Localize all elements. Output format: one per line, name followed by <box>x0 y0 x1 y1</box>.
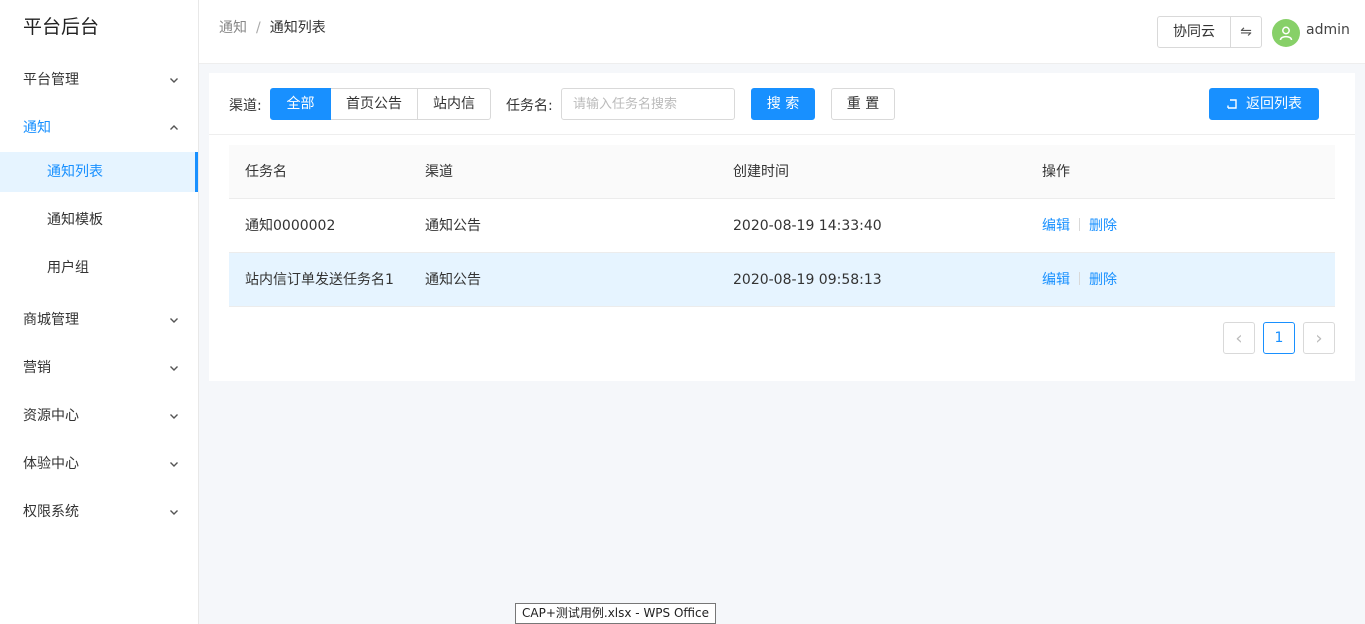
chevron-down-icon <box>168 392 180 440</box>
breadcrumb-item-current: 通知列表 <box>269 20 326 36</box>
chevron-down-icon <box>168 344 180 392</box>
menu-item-platform[interactable]: 平台管理 <box>0 56 198 104</box>
menu-label: 权限系统 <box>23 504 79 520</box>
next-page-button[interactable]: › <box>1303 322 1335 354</box>
breadcrumb-item-notify[interactable]: 通知 <box>219 20 247 36</box>
channel-label: 渠道: <box>229 98 262 114</box>
username[interactable]: admin <box>1306 22 1350 38</box>
search-button[interactable]: 搜 索 <box>751 88 815 120</box>
switch-tenant-button[interactable]: ⇋ <box>1231 17 1261 47</box>
avatar[interactable] <box>1272 19 1300 47</box>
menu-label: 体验中心 <box>23 456 79 472</box>
channel-option-site-message[interactable]: 站内信 <box>417 88 491 120</box>
column-header-created-time: 创建时间 <box>733 164 789 180</box>
chevron-down-icon <box>168 296 180 344</box>
back-to-list-button[interactable]: 返回列表 <box>1209 88 1319 120</box>
chevron-down-icon <box>168 488 180 536</box>
column-header-task-name: 任务名 <box>245 164 287 180</box>
prev-page-button[interactable]: ‹ <box>1223 322 1255 354</box>
submenu-label: 通知模板 <box>47 212 103 228</box>
menu-item-resource-center[interactable]: 资源中心 <box>0 392 198 440</box>
submenu-item-notify-template[interactable]: 通知模板 <box>0 200 198 240</box>
submenu-item-user-group[interactable]: 用户组 <box>0 248 198 288</box>
menu-label: 营销 <box>23 360 51 376</box>
submenu-item-notify-list[interactable]: 通知列表 <box>0 152 198 192</box>
menu-item-experience-center[interactable]: 体验中心 <box>0 440 198 488</box>
chevron-down-icon <box>168 56 180 104</box>
user-icon <box>1279 26 1293 41</box>
column-header-channel: 渠道 <box>425 164 453 180</box>
back-to-list-label: 返回列表 <box>1246 96 1302 112</box>
filter-bar: 渠道: 全部 首页公告 站内信 任务名: 搜 索 重 置 返回列表 <box>209 73 1355 135</box>
table-header: 任务名 渠道 创建时间 操作 <box>229 145 1335 199</box>
chevron-down-icon <box>168 440 180 488</box>
menu-item-permission-system[interactable]: 权限系统 <box>0 488 198 536</box>
submenu-label: 通知列表 <box>47 164 103 180</box>
notification-table: 任务名 渠道 创建时间 操作 通知0000002 通知公告 2020-08-19… <box>229 145 1335 307</box>
edit-link[interactable]: 编辑 <box>1042 218 1070 234</box>
cell-actions: 编辑 删除 <box>1042 199 1117 253</box>
content-card: 渠道: 全部 首页公告 站内信 任务名: 搜 索 重 置 返回列表 任务名 渠道… <box>209 73 1355 381</box>
menu-item-mall[interactable]: 商城管理 <box>0 296 198 344</box>
task-name-label: 任务名: <box>506 98 553 114</box>
menu-item-marketing[interactable]: 营销 <box>0 344 198 392</box>
table-row: 通知0000002 通知公告 2020-08-19 14:33:40 编辑 删除 <box>229 199 1335 253</box>
menu-label: 通知 <box>23 120 51 136</box>
chevron-up-icon <box>168 104 180 152</box>
swap-icon: ⇋ <box>1240 24 1252 40</box>
reset-button[interactable]: 重 置 <box>831 88 895 120</box>
menu-label: 商城管理 <box>23 312 79 328</box>
submenu-label: 用户组 <box>47 260 89 276</box>
task-name-search-input[interactable] <box>561 88 735 120</box>
channel-segmented-control: 全部 首页公告 站内信 <box>270 88 491 120</box>
table-row: 站内信订单发送任务名1 通知公告 2020-08-19 09:58:13 编辑 删… <box>229 253 1335 307</box>
return-icon <box>1227 99 1237 109</box>
channel-option-all[interactable]: 全部 <box>270 88 331 120</box>
delete-link[interactable]: 删除 <box>1089 218 1117 234</box>
breadcrumb-separator: / <box>256 20 261 36</box>
cell-actions: 编辑 删除 <box>1042 253 1117 307</box>
brand-title: 平台后台 <box>23 16 100 38</box>
page-number-current[interactable]: 1 <box>1263 322 1295 354</box>
menu-item-notify[interactable]: 通知 <box>0 104 198 152</box>
sidebar: 平台后台 平台管理 通知 通知列表 通知模板 用户组 商城管理 营销 资源中心 … <box>0 0 199 624</box>
menu-label: 资源中心 <box>23 408 79 424</box>
channel-option-homepage-notice[interactable]: 首页公告 <box>330 88 418 120</box>
menu-label: 平台管理 <box>23 72 79 88</box>
cell-channel: 通知公告 <box>425 272 481 288</box>
column-header-actions: 操作 <box>1042 164 1070 180</box>
tenant-switcher: 协同云 ⇋ <box>1157 16 1262 48</box>
chevron-left-icon: ‹ <box>1235 327 1243 349</box>
delete-link[interactable]: 删除 <box>1089 272 1117 288</box>
action-divider <box>1079 272 1080 285</box>
edit-link[interactable]: 编辑 <box>1042 272 1070 288</box>
action-divider <box>1079 218 1080 231</box>
top-header: 通知 / 通知列表 协同云 ⇋ admin <box>199 0 1365 64</box>
tenant-button[interactable]: 协同云 <box>1158 17 1231 47</box>
cell-created-time: 2020-08-19 14:33:40 <box>733 218 882 234</box>
cell-task-name: 通知0000002 <box>245 218 336 234</box>
taskbar-tooltip: CAP+测试用例.xlsx - WPS Office <box>515 603 717 624</box>
cell-created-time: 2020-08-19 09:58:13 <box>733 272 882 288</box>
cell-channel: 通知公告 <box>425 218 481 234</box>
breadcrumb: 通知 / 通知列表 <box>219 17 326 37</box>
chevron-right-icon: › <box>1315 327 1323 349</box>
cell-task-name: 站内信订单发送任务名1 <box>245 272 394 288</box>
